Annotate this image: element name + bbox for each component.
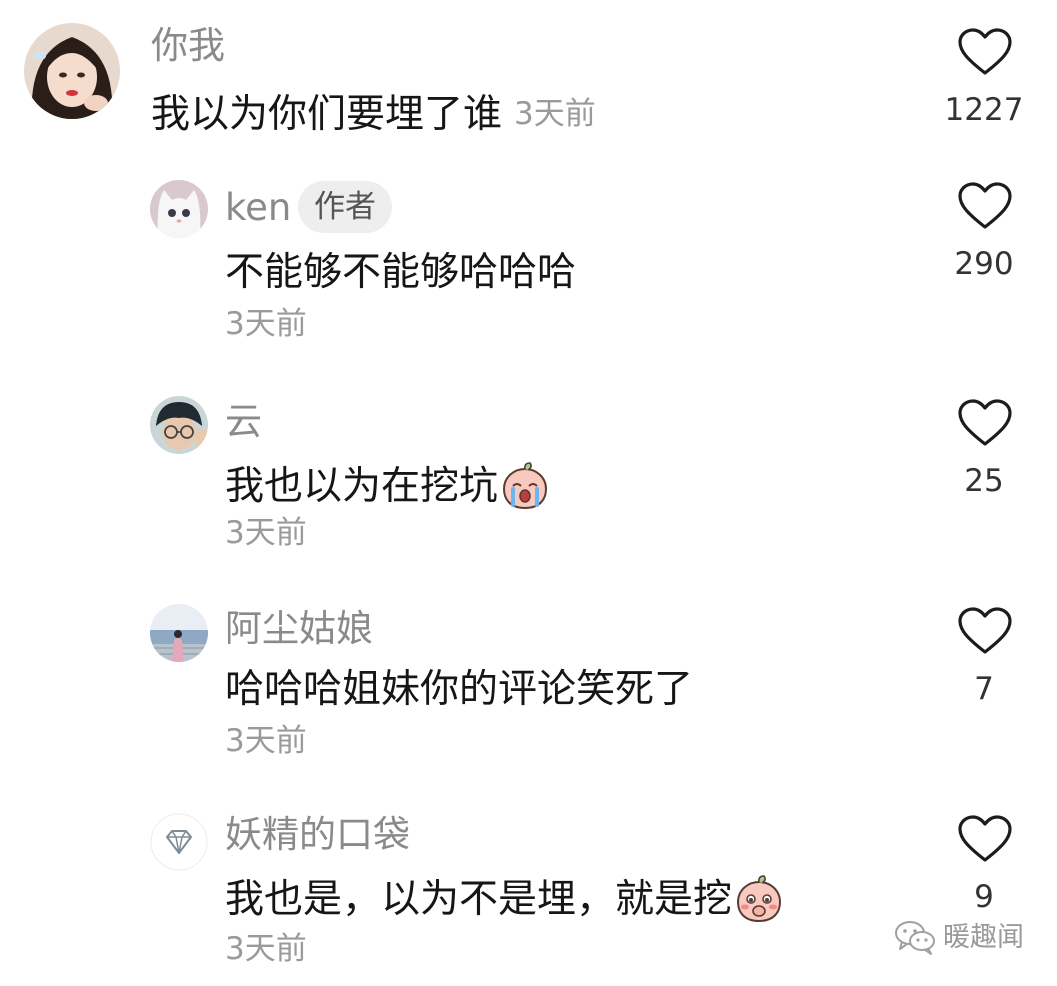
like-count: 7: [974, 671, 994, 707]
comment-text: 我以为你们要埋了谁 3天前: [151, 95, 596, 134]
comment-text: 不能够不能够哈哈哈: [225, 253, 576, 292]
avatar[interactable]: [150, 396, 208, 454]
watermark-text: 暖趣闻: [943, 921, 1024, 953]
like-button[interactable]: [957, 814, 1013, 864]
avatar[interactable]: [150, 604, 208, 662]
comment-text: 我也是，以为不是埋，就是挖: [225, 874, 784, 924]
like-count: 25: [964, 463, 1004, 499]
comment-body: 我也是，以为不是埋，就是挖: [225, 876, 733, 922]
avatar[interactable]: [24, 23, 120, 119]
heart-icon: [958, 28, 1012, 75]
blushing-peach-emoji-icon: [734, 874, 784, 924]
comment-text: 哈哈哈姐妹你的评论笑死了: [225, 670, 693, 709]
watermark: 暖趣闻: [893, 918, 1024, 956]
heart-icon: [958, 399, 1012, 446]
like-count: 290: [954, 246, 1014, 282]
comment-body: 我也以为在挖坑: [225, 463, 499, 509]
avatar[interactable]: [150, 180, 208, 238]
girl-seaside-avatar-icon: [150, 604, 208, 662]
avatar[interactable]: [150, 813, 208, 871]
like-count: 9: [974, 879, 994, 915]
crying-peach-emoji-icon: [500, 461, 550, 511]
heart-icon: [958, 182, 1012, 229]
comment-username[interactable]: ken: [225, 189, 291, 226]
comment-username[interactable]: 妖精的口袋: [225, 816, 410, 853]
comment-time: 3天前: [225, 515, 307, 551]
comment-username[interactable]: 云: [225, 403, 262, 440]
comment-time: 3天前: [225, 723, 307, 759]
comment-body: 哈哈哈姐妹你的评论笑死了: [225, 667, 694, 712]
comment-username[interactable]: 阿尘姑娘: [225, 610, 373, 647]
wechat-icon: [893, 918, 937, 956]
comment-text: 我也以为在挖坑: [225, 461, 550, 511]
heart-icon: [958, 815, 1012, 862]
comment-time: 3天前: [225, 931, 307, 967]
white-cat-avatar-icon: [150, 180, 208, 238]
like-button[interactable]: [957, 27, 1013, 77]
boy-glasses-avatar-icon: [150, 396, 208, 454]
author-badge: 作者: [298, 181, 392, 233]
like-count: 1227: [944, 92, 1024, 128]
comment-time: 3天前: [225, 306, 307, 342]
like-button[interactable]: [957, 606, 1013, 656]
comment-body: 我以为你们要埋了谁: [151, 92, 503, 137]
girl-avatar-icon: [24, 23, 120, 119]
heart-icon: [958, 607, 1012, 654]
comment-time: 3天前: [514, 96, 596, 132]
comment-username[interactable]: 你我: [151, 27, 225, 64]
like-button[interactable]: [957, 398, 1013, 448]
like-button[interactable]: [957, 181, 1013, 231]
diamond-avatar-icon: [150, 813, 208, 871]
comment-body: 不能够不能够哈哈哈: [225, 250, 577, 295]
